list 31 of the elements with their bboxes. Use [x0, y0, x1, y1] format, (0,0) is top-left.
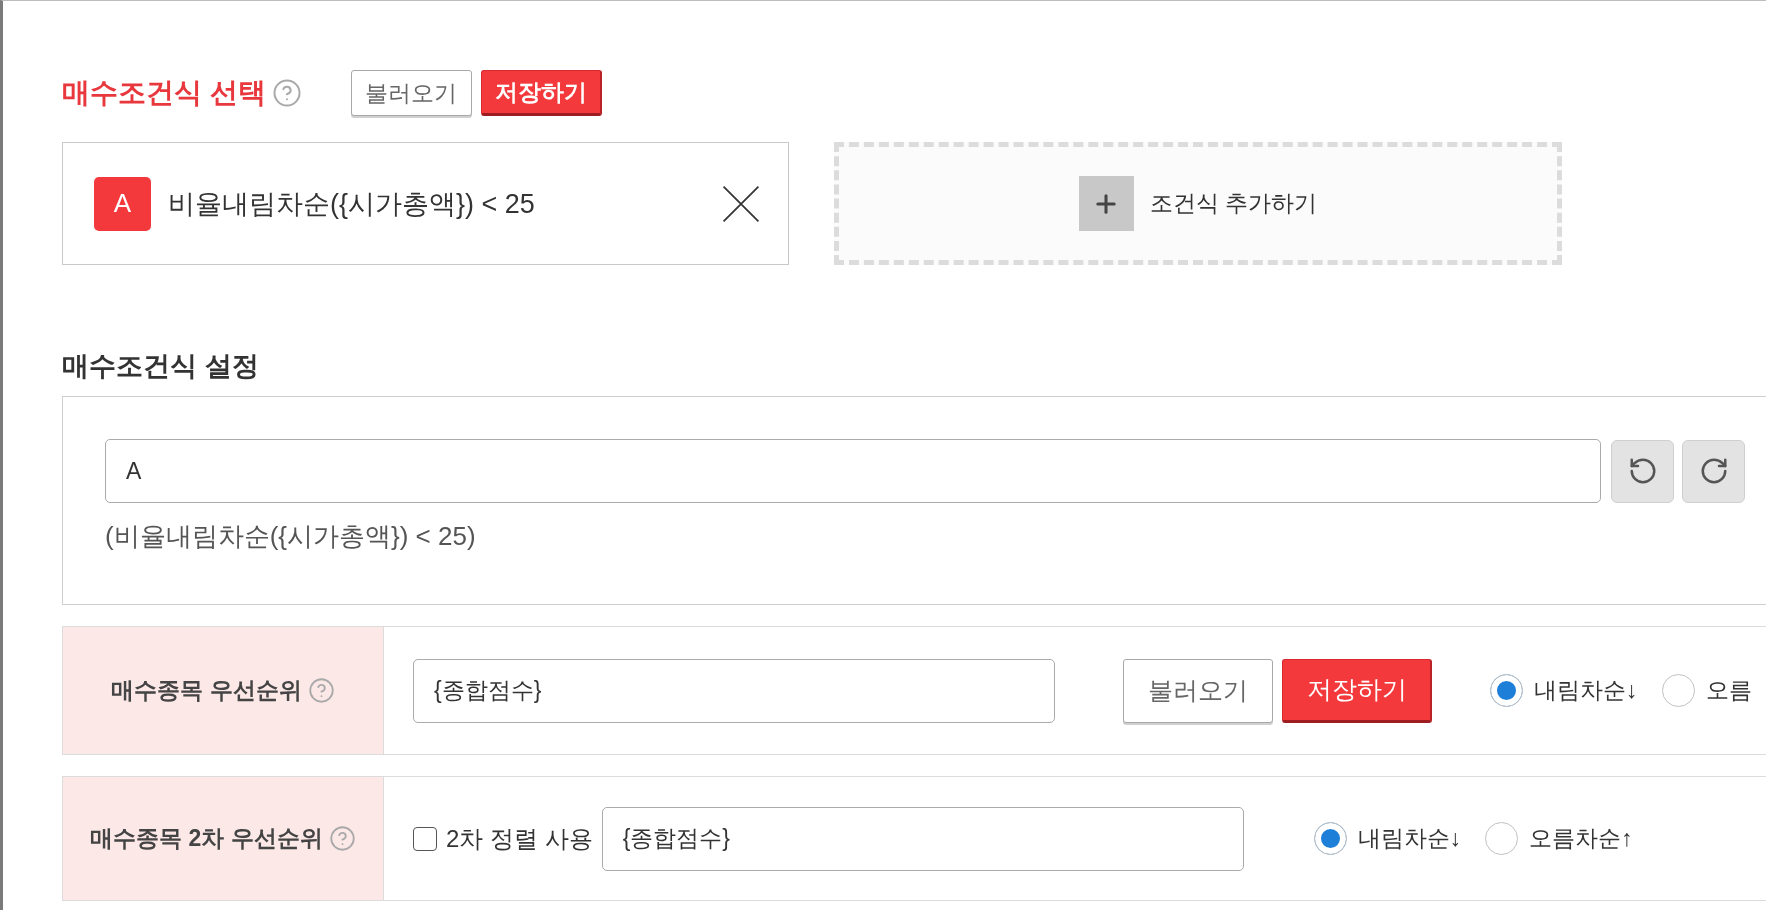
- save-button[interactable]: 저장하기: [480, 70, 602, 116]
- formula-preview: (비율내림차순({시가총액}) < 25): [105, 520, 476, 553]
- condition-letter-badge: A: [94, 176, 151, 231]
- section-title: 매수조건식 선택: [62, 76, 266, 110]
- condition-expression: 비율내림차순({시가총액}) < 25: [168, 187, 536, 221]
- sort-option-label: 오름: [1705, 676, 1752, 705]
- radio-button[interactable]: [1661, 674, 1695, 707]
- row-label: 매수종목 2차 우선순위: [90, 824, 323, 853]
- radio-button[interactable]: [1485, 822, 1519, 855]
- priority-input[interactable]: {종합점수}: [413, 658, 1055, 723]
- radio-button[interactable]: [1313, 822, 1347, 855]
- sort-option-label: 내림차순↓: [1534, 676, 1638, 705]
- load-button[interactable]: 불러오기: [350, 70, 472, 116]
- sort-option-label: 내림차순↓: [1357, 824, 1462, 853]
- close-button[interactable]: [722, 184, 760, 223]
- help-icon[interactable]: [271, 78, 302, 108]
- row-label: 매수종목 우선순위: [111, 676, 302, 705]
- checkbox[interactable]: [413, 826, 437, 851]
- checkbox-label: 2차 정렬 사용: [446, 823, 593, 854]
- plus-icon: [1078, 176, 1134, 231]
- formula-input[interactable]: A: [105, 439, 1601, 503]
- undo-button[interactable]: [1611, 439, 1674, 503]
- save-button[interactable]: 저장하기: [1282, 658, 1432, 723]
- radio-button[interactable]: [1490, 674, 1523, 707]
- redo-button[interactable]: [1682, 439, 1745, 503]
- sort-option-label: 오름차순↑: [1529, 824, 1633, 853]
- add-condition-button[interactable]: 조건식 추가하기: [834, 142, 1562, 265]
- close-icon: [722, 184, 760, 223]
- load-button[interactable]: 불러오기: [1123, 658, 1273, 723]
- section-title: 매수조건식 설정: [62, 350, 259, 383]
- priority-input[interactable]: {종합점수}: [601, 806, 1244, 871]
